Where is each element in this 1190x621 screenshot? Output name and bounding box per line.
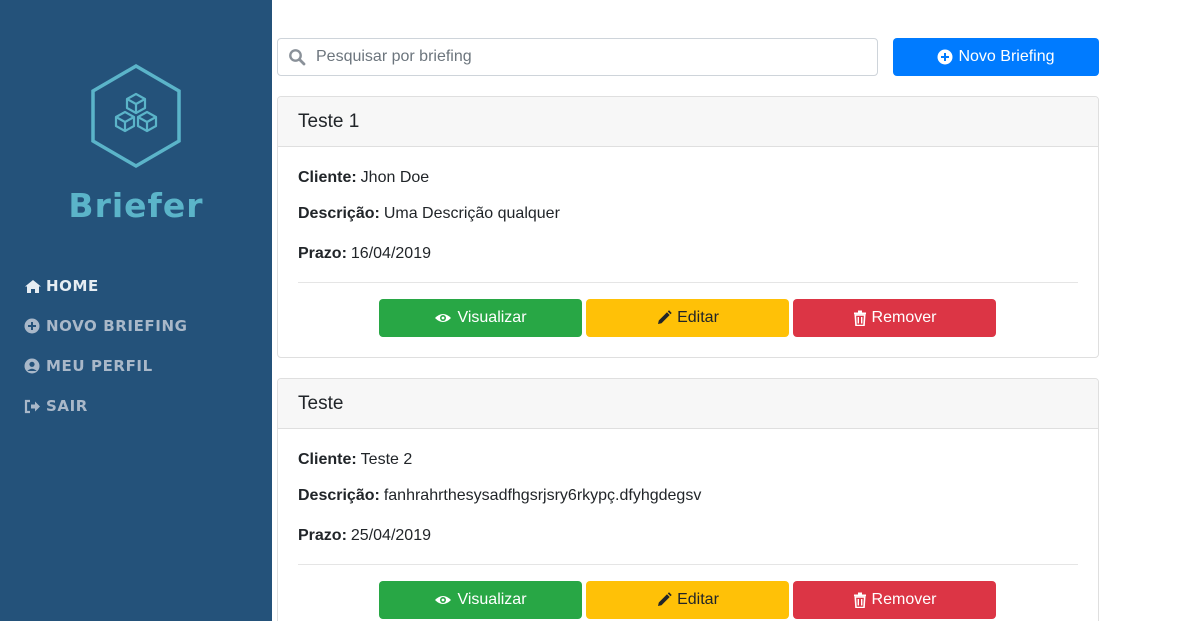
description-value: fanhrahrthesysadfhgsrjsry6rkypç.dfyhgdeg… (383, 487, 702, 504)
deadline-field: Prazo: 16/04/2019 (298, 245, 431, 263)
new-briefing-label: Novo Briefing (958, 48, 1055, 65)
remove-button[interactable]: Remover (793, 581, 996, 619)
plus-circle-icon (24, 318, 42, 334)
edit-button-label: Editar (677, 309, 719, 326)
divider (298, 564, 1078, 565)
view-button[interactable]: Visualizar (379, 581, 582, 619)
search-box (277, 38, 878, 76)
card-title: Teste (278, 379, 1098, 429)
deadline-value: 16/04/2019 (350, 245, 431, 262)
description-field: Descrição: Uma Descrição qualquer (298, 205, 560, 223)
view-button[interactable]: Visualizar (379, 299, 582, 337)
client-field: Cliente: Jhon Doe (298, 169, 429, 187)
pencil-icon (658, 310, 672, 324)
sidebar-item-label: SAIR (46, 397, 88, 415)
sidebar-item-home[interactable]: HOME (24, 276, 188, 296)
card-title: Teste 1 (278, 97, 1098, 147)
pencil-icon (658, 592, 672, 606)
edit-button[interactable]: Editar (586, 299, 789, 337)
edit-button[interactable]: Editar (586, 581, 789, 619)
description-field: Descrição: fanhrahrthesysadfhgsrjsry6rkyp… (298, 487, 701, 505)
client-label: Cliente: (298, 451, 357, 468)
divider (298, 282, 1078, 283)
trash-icon (853, 592, 866, 608)
sidebar-item-sair[interactable]: SAIR (24, 396, 188, 416)
eye-icon (435, 314, 452, 322)
view-button-label: Visualizar (457, 309, 527, 326)
briefing-card: Teste Cliente: Teste 2 Descrição: fanhrahr… (277, 378, 1099, 621)
sidebar-item-label: MEU PERFIL (46, 357, 153, 375)
deadline-label: Prazo: (298, 527, 347, 544)
trash-icon (853, 310, 866, 326)
sidebar-item-label: NOVO BRIEFING (46, 317, 188, 335)
remove-button-label: Remover (871, 309, 937, 326)
logo-icon (91, 63, 181, 169)
sidebar-item-meu-perfil[interactable]: MEU PERFIL (24, 356, 188, 376)
description-value: Uma Descrição qualquer (383, 205, 560, 222)
sidebar-item-label: HOME (46, 277, 99, 295)
client-value: Teste 2 (360, 451, 413, 468)
brand-name: Briefer (68, 186, 204, 225)
client-value: Jhon Doe (360, 169, 430, 186)
deadline-value: 25/04/2019 (350, 527, 431, 544)
new-briefing-button[interactable]: Novo Briefing (893, 38, 1099, 76)
client-field: Cliente: Teste 2 (298, 451, 412, 469)
deadline-label: Prazo: (298, 245, 347, 262)
view-button-label: Visualizar (457, 591, 527, 608)
plus-circle-icon (937, 49, 953, 65)
sign-out-icon (24, 398, 42, 414)
description-label: Descrição: (298, 205, 380, 222)
sidebar-item-novo-briefing[interactable]: NOVO BRIEFING (24, 316, 188, 336)
briefing-card: Teste 1 Cliente: Jhon Doe Descrição: Uma D… (277, 96, 1099, 358)
remove-button-label: Remover (871, 591, 937, 608)
search-input[interactable] (316, 48, 856, 66)
deadline-field: Prazo: 25/04/2019 (298, 527, 431, 545)
eye-icon (435, 596, 452, 604)
sidebar-nav: HOME NOVO BRIEFING MEU PERFIL SAIR (24, 276, 188, 436)
description-label: Descrição: (298, 487, 380, 504)
search-icon (289, 49, 306, 66)
sidebar: Briefer HOME NOVO BRIEFING MEU PERFIL SA… (0, 0, 272, 621)
edit-button-label: Editar (677, 591, 719, 608)
remove-button[interactable]: Remover (793, 299, 996, 337)
card-actions: Visualizar Editar Remover (379, 299, 996, 337)
user-circle-icon (24, 358, 42, 374)
home-icon (24, 278, 42, 294)
client-label: Cliente: (298, 169, 357, 186)
card-actions: Visualizar Editar Remover (379, 581, 996, 619)
